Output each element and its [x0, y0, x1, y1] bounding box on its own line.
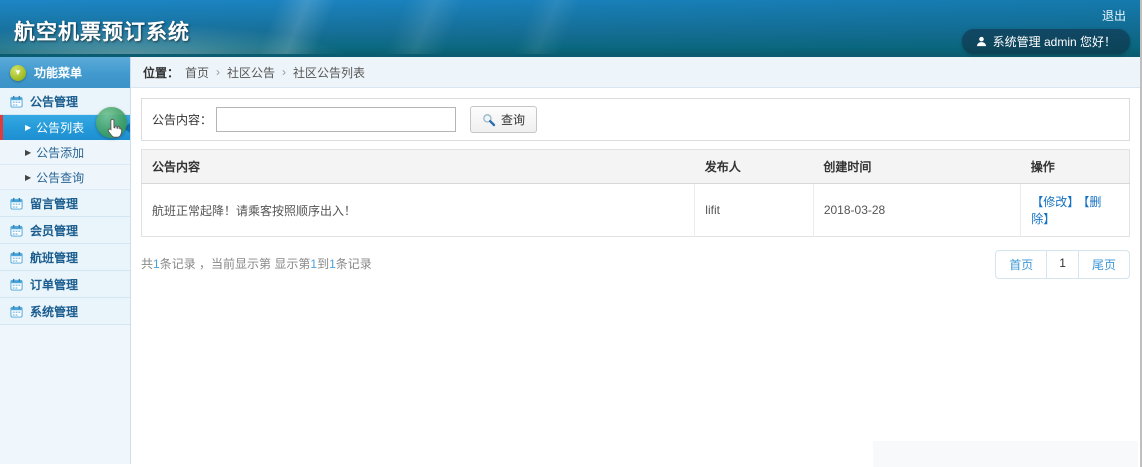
- sidebar-item-notice-mgmt[interactable]: 公告管理: [0, 88, 130, 115]
- chevron-down-icon: ▼: [10, 64, 26, 81]
- cell-notice-content: 航班正常起降！请乘客按照顺序出入！: [141, 183, 695, 237]
- sidebar-filler: [0, 325, 130, 464]
- col-header-publisher: 发布人: [694, 149, 814, 184]
- calendar-icon: [10, 95, 23, 108]
- summary-text: 共: [141, 257, 154, 271]
- app-title: 航空机票预订系统: [14, 21, 190, 44]
- user-icon: [976, 36, 987, 47]
- sidebar-item-label: 会员管理: [30, 223, 79, 238]
- breadcrumb-prefix: 位置：: [143, 65, 180, 80]
- sidebar-item-member-mgmt[interactable]: 会员管理: [0, 217, 130, 244]
- sidebar-item-label: 留言管理: [30, 196, 79, 211]
- sidebar-item-label: 公告查询: [36, 170, 85, 185]
- user-greeting-text: 系统管理 admin 您好！: [992, 35, 1116, 49]
- summary-text: 条记录: [335, 257, 372, 271]
- search-panel: 公告内容： 查询: [141, 98, 1130, 141]
- sidebar-item-notice-add[interactable]: ▶ 公告添加: [0, 140, 130, 165]
- record-summary: 共1条记录 ，当前显示第 显示第1到1条记录: [141, 250, 372, 272]
- first-page-button[interactable]: 首页: [996, 251, 1046, 278]
- breadcrumb-separator: ›: [282, 65, 287, 79]
- table-header-row: 公告内容 发布人 创建时间 操作: [141, 149, 1130, 184]
- search-label: 公告内容：: [152, 113, 213, 127]
- calendar-icon: [10, 305, 23, 318]
- sidebar-item-label: 系统管理: [30, 304, 79, 319]
- sidebar-item-label: 航班管理: [30, 250, 79, 265]
- summary-text: 条记录 ，当前显示第 显示第: [159, 257, 311, 271]
- user-greeting-badge[interactable]: 系统管理 admin 您好！: [961, 29, 1130, 54]
- logout-link[interactable]: 退出: [1102, 7, 1126, 24]
- calendar-icon: [10, 278, 23, 291]
- sidebar-item-message-mgmt[interactable]: 留言管理: [0, 190, 130, 217]
- search-icon: [482, 113, 496, 127]
- sidebar-item-system-mgmt[interactable]: 系统管理: [0, 298, 130, 325]
- edit-link[interactable]: 【修改】: [1031, 195, 1079, 209]
- breadcrumb-home[interactable]: 首页: [185, 64, 209, 81]
- notice-table: 公告内容 发布人 创建时间 操作 航班正常起降！请乘客按照顺序出入！ lifit…: [141, 149, 1130, 237]
- breadcrumb-notice-list[interactable]: 社区公告列表: [293, 64, 365, 81]
- search-button-label: 查询: [501, 113, 526, 127]
- sidebar-item-flight-mgmt[interactable]: 航班管理: [0, 244, 130, 271]
- search-input[interactable]: [216, 107, 457, 132]
- calendar-icon: [10, 251, 23, 264]
- sidebar-item-label: 公告添加: [36, 145, 85, 160]
- selected-notch-icon: [124, 122, 130, 133]
- current-page: 1: [1046, 251, 1078, 278]
- sidebar-item-label: 公告管理: [30, 94, 79, 109]
- arrow-right-icon: ▶: [25, 123, 32, 132]
- sidebar-item-notice-list[interactable]: ▶ 公告列表: [0, 115, 130, 140]
- last-page-button[interactable]: 尾页: [1077, 251, 1129, 278]
- summary-to: 1: [329, 257, 336, 271]
- app-window: 航空机票预订系统 退出 系统管理 admin 您好！ ▼ 功能菜单 公告管理 ▶: [0, 0, 1142, 467]
- summary-count: 1: [153, 257, 160, 271]
- sidebar: ▼ 功能菜单 公告管理 ▶ 公告列表 ▶ 公告添加 ▶ 公告查询 留言管理 会员…: [0, 57, 131, 464]
- sidebar-item-notice-query[interactable]: ▶ 公告查询: [0, 165, 130, 190]
- col-header-actions: 操作: [1020, 149, 1130, 184]
- pagination: 首页 1 尾页: [995, 250, 1130, 279]
- app-header: 航空机票预订系统 退出 系统管理 admin 您好！: [0, 0, 1140, 57]
- sidebar-menu-header[interactable]: ▼ 功能菜单: [0, 57, 130, 88]
- sidebar-item-order-mgmt[interactable]: 订单管理: [0, 271, 130, 298]
- calendar-icon: [10, 197, 23, 210]
- arrow-right-icon: ▶: [25, 172, 32, 182]
- cell-actions: 【修改】 【删除】: [1020, 183, 1130, 237]
- breadcrumb-separator: ›: [216, 65, 221, 79]
- col-header-created: 创建时间: [813, 149, 1021, 184]
- calendar-icon: [10, 224, 23, 237]
- arrow-right-icon: ▶: [25, 147, 32, 157]
- cell-created: 2018-03-28: [812, 183, 1021, 237]
- breadcrumb-community-notice[interactable]: 社区公告: [227, 64, 275, 81]
- breadcrumb: 位置： 首页 › 社区公告 › 社区公告列表: [131, 57, 1140, 88]
- sidebar-item-label: 公告列表: [36, 121, 85, 135]
- main-content: 位置： 首页 › 社区公告 › 社区公告列表 公告内容： 查询 公告内容 发布人…: [131, 57, 1140, 464]
- sidebar-menu-title: 功能菜单: [34, 66, 83, 80]
- summary-text: 到: [317, 257, 330, 271]
- bottom-right-panel: [873, 441, 1138, 467]
- table-footer: 共1条记录 ，当前显示第 显示第1到1条记录 首页 1 尾页: [141, 250, 1130, 279]
- col-header-content: 公告内容: [141, 149, 695, 184]
- sidebar-item-label: 订单管理: [30, 277, 79, 292]
- table-row: 航班正常起降！请乘客按照顺序出入！ lifit 2018-03-28 【修改】【…: [141, 183, 1130, 237]
- cell-publisher: lifit: [694, 183, 814, 237]
- search-button[interactable]: 查询: [470, 106, 538, 133]
